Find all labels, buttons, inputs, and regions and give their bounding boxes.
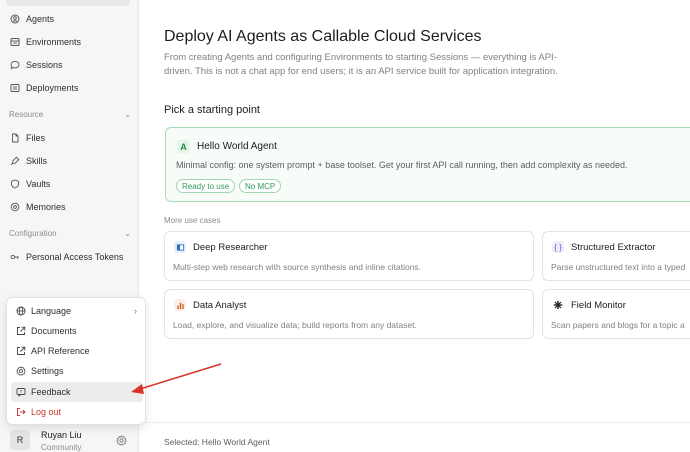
sidebar-item-memories[interactable]: Memories bbox=[6, 197, 132, 217]
menu-item-label: Feedback bbox=[31, 387, 71, 397]
hero-card-hello-world-agent[interactable]: A Hello World Agent Minimal config: one … bbox=[165, 127, 690, 202]
sidebar-item-label: Environments bbox=[26, 37, 82, 47]
card-description: Scan papers and blogs for a topic a bbox=[551, 320, 685, 330]
card-title: Deep Researcher bbox=[193, 242, 268, 253]
sidebar-item-files[interactable]: Files bbox=[6, 128, 132, 148]
external-link-icon bbox=[16, 326, 26, 336]
user-org: Community bbox=[41, 443, 82, 452]
skill-icon bbox=[10, 156, 20, 166]
sidebar-item-label: Personal Access Tokens bbox=[26, 252, 124, 262]
section-label: More use cases bbox=[164, 216, 221, 225]
sidebar-item-label: Agents bbox=[26, 14, 55, 24]
card-title: Data Analyst bbox=[193, 300, 247, 311]
agent-icon bbox=[10, 14, 20, 24]
menu-item-label: Settings bbox=[31, 366, 64, 376]
card-description: Parse unstructured text into a typed bbox=[551, 262, 686, 272]
tag-badge: Ready to use bbox=[176, 179, 236, 193]
page-title: Deploy AI Agents as Callable Cloud Servi… bbox=[164, 28, 482, 45]
main-content: Deploy AI Agents as Callable Cloud Servi… bbox=[140, 0, 690, 452]
card-title: Hello World Agent bbox=[197, 141, 277, 152]
chevron-down-icon: ⌄ bbox=[124, 110, 131, 119]
use-case-card-structured-extractor[interactable]: { } Structured Extractor Parse unstructu… bbox=[542, 231, 690, 281]
sidebar-item-label: Files bbox=[26, 133, 46, 143]
menu-item-api-reference[interactable]: API Reference bbox=[11, 341, 143, 361]
key-icon bbox=[10, 252, 20, 262]
chat-bubble-icon bbox=[10, 60, 20, 70]
file-icon bbox=[10, 133, 20, 143]
card-description: Load, explore, and visualize data; build… bbox=[173, 320, 417, 330]
user-profile[interactable]: R Ruyan Liu Community bbox=[10, 430, 132, 452]
user-name: Ruyan Liu bbox=[41, 430, 82, 440]
sidebar-item-label: Memories bbox=[26, 202, 66, 212]
card-title: Structured Extractor bbox=[571, 242, 656, 253]
use-case-card-data-analyst[interactable]: Data Analyst Load, explore, and visualiz… bbox=[164, 289, 534, 339]
deploy-icon bbox=[10, 83, 20, 93]
section-label-configuration[interactable]: Configuration ⌄ bbox=[9, 229, 131, 238]
menu-item-feedback[interactable]: Feedback bbox=[11, 382, 143, 402]
sidebar-item-skills[interactable]: Skills bbox=[6, 151, 132, 171]
section-heading: Pick a starting point bbox=[164, 104, 260, 116]
section-label-resource[interactable]: Resource ⌄ bbox=[9, 110, 131, 119]
sidebar-item-sessions[interactable]: Sessions bbox=[6, 55, 132, 75]
sidebar-item-vaults[interactable]: Vaults bbox=[6, 174, 132, 194]
account-menu: Language › Documents API Reference Setti… bbox=[6, 297, 146, 425]
card-description: Minimal config: one system prompt + base… bbox=[176, 160, 628, 170]
menu-item-label: Documents bbox=[31, 326, 77, 336]
external-link-icon bbox=[16, 346, 26, 356]
sidebar-top-item[interactable] bbox=[6, 0, 130, 6]
menu-item-label: API Reference bbox=[31, 346, 90, 356]
sidebar-item-label: Deployments bbox=[26, 83, 79, 93]
sidebar-item-label: Skills bbox=[26, 156, 48, 166]
logout-icon bbox=[16, 407, 26, 417]
use-case-card-deep-researcher[interactable]: Deep Researcher Multi-step web research … bbox=[164, 231, 534, 281]
menu-item-label: Log out bbox=[31, 407, 62, 417]
braces-icon: { } bbox=[552, 241, 564, 253]
chevron-down-icon: ⌄ bbox=[124, 229, 131, 238]
menu-item-documents[interactable]: Documents bbox=[11, 321, 143, 341]
avatar: R bbox=[10, 430, 30, 450]
book-icon bbox=[174, 241, 186, 253]
tag-badge: No MCP bbox=[239, 179, 282, 193]
card-description: Multi-step web research with source synt… bbox=[173, 262, 422, 272]
sidebar-item-environments[interactable]: Environments bbox=[6, 32, 132, 52]
menu-item-language[interactable]: Language › bbox=[11, 301, 143, 321]
chevron-right-icon: › bbox=[134, 306, 137, 316]
sidebar-item-label: Vaults bbox=[26, 179, 51, 189]
gear-icon bbox=[16, 366, 26, 376]
memory-icon bbox=[10, 202, 20, 212]
menu-item-label: Language bbox=[31, 306, 72, 316]
environment-icon bbox=[10, 37, 20, 47]
sidebar-item-deployments[interactable]: Deployments bbox=[6, 78, 132, 98]
radar-icon bbox=[552, 299, 564, 311]
bar-chart-icon bbox=[174, 299, 186, 311]
shield-icon bbox=[10, 179, 20, 189]
feedback-icon bbox=[16, 387, 26, 397]
selected-status: Selected: Hello World Agent bbox=[164, 437, 270, 447]
agent-letter-icon: A bbox=[177, 140, 190, 153]
sidebar-item-label: Sessions bbox=[26, 60, 63, 70]
card-title: Field Monitor bbox=[571, 300, 626, 311]
page-description: From creating Agents and configuring Env… bbox=[164, 52, 558, 77]
menu-item-settings[interactable]: Settings bbox=[11, 361, 143, 381]
sidebar-item-personal-access-tokens[interactable]: Personal Access Tokens bbox=[6, 247, 132, 267]
gear-icon[interactable] bbox=[116, 435, 127, 446]
sidebar-item-agents[interactable]: Agents bbox=[6, 9, 132, 29]
menu-item-logout[interactable]: Log out bbox=[11, 402, 143, 422]
footer-divider bbox=[140, 422, 690, 423]
use-case-card-field-monitor[interactable]: Field Monitor Scan papers and blogs for … bbox=[542, 289, 690, 339]
globe-icon bbox=[16, 306, 26, 316]
